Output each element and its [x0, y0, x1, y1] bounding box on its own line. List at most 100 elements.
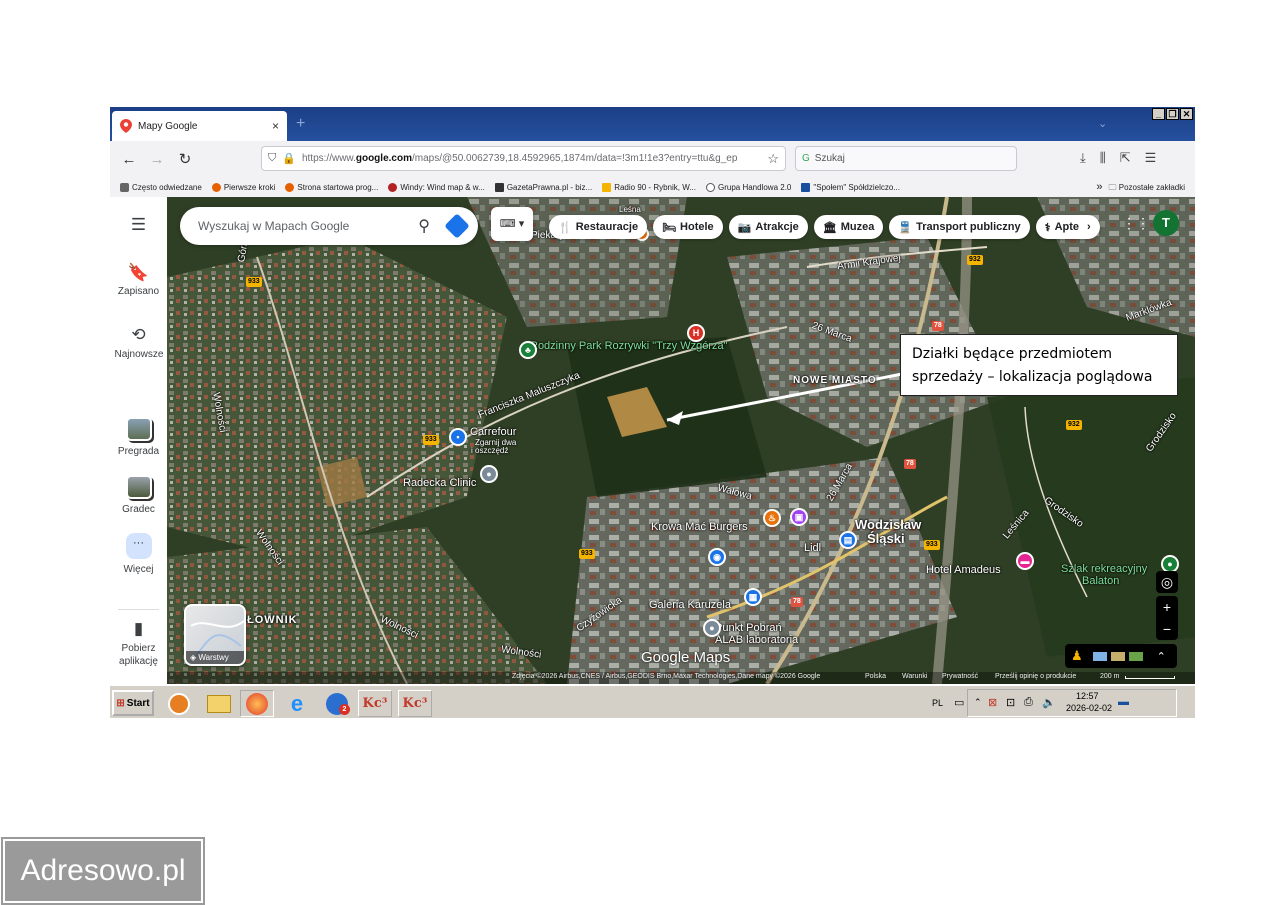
volume-tray-icon[interactable]: 🔈	[1042, 696, 1056, 709]
network-tray-icon[interactable]: ⊠	[988, 696, 997, 709]
layers-button[interactable]: ◈ Warstwy	[184, 604, 246, 666]
bookmark-item[interactable]: GazetaPrawna.pl - biz...	[494, 182, 592, 192]
tab-close-icon[interactable]: ×	[272, 119, 279, 133]
menu-icon[interactable]: ☰	[1145, 150, 1157, 166]
directions-icon[interactable]	[444, 213, 470, 239]
camera-pin-icon[interactable]: ◉	[708, 548, 726, 566]
menu-button[interactable]: ☰	[110, 215, 167, 238]
map-label-lidl[interactable]: Lidl	[804, 542, 821, 554]
download-app-button[interactable]: ▮ Pobierz aplikację	[110, 619, 167, 668]
street-view-bar[interactable]: ♟ ⌃	[1065, 644, 1177, 668]
my-location-button[interactable]: ◎	[1156, 571, 1178, 593]
share-icon[interactable]: ⇱	[1120, 150, 1131, 166]
minimize-button[interactable]: _	[1152, 108, 1165, 120]
bookmark-item[interactable]: Strona startowa prog...	[285, 182, 378, 192]
other-bookmarks[interactable]: » 🗀 Pozostałe zakładki	[1096, 181, 1185, 196]
chevron-right-icon[interactable]: ›	[1087, 221, 1091, 233]
imagery-thumb-icon[interactable]	[1092, 651, 1107, 661]
start-button[interactable]: ⊞ Start	[112, 690, 154, 716]
hamburger-icon[interactable]: ☰	[110, 215, 167, 235]
imagery-thumb-icon[interactable]	[1110, 651, 1125, 661]
browser-search-input[interactable]: G Szukaj	[795, 146, 1017, 171]
lock-icon[interactable]: 🔒	[282, 152, 296, 165]
chevron-double-right-icon[interactable]: »	[1096, 181, 1102, 193]
back-arrow-icon[interactable]: ←	[115, 151, 143, 168]
maps-search-input[interactable]: Wyszukaj w Mapach Google ⚲	[180, 207, 478, 245]
zoom-in-button[interactable]: +	[1156, 596, 1178, 618]
map-label-szlak1[interactable]: Szlak rekreacyjny	[1061, 563, 1147, 575]
map-label-punkt2[interactable]: ALAB laboratoria	[715, 634, 798, 646]
recent-place-gradec[interactable]: Gradec	[110, 475, 167, 515]
map-label-city1[interactable]: Wodzisław	[855, 517, 921, 532]
url-bar[interactable]: ⛉ 🔒 https://www.google.com/maps/@50.0062…	[261, 146, 786, 171]
map-label-carrefour[interactable]: Carrefour	[470, 426, 516, 438]
search-icon[interactable]: ⚲	[418, 216, 430, 236]
satellite-map[interactable]: Rodzinny Park Rozrywki "Trzy Wzgórza" Ca…	[167, 197, 1195, 684]
printer-tray-icon[interactable]: ⎙	[1024, 696, 1033, 709]
keyboard-tray-icon[interactable]: ▭	[954, 696, 964, 709]
bookmark-item[interactable]: Grupa Handlowa 2.0	[706, 182, 791, 192]
download-icon[interactable]: ⤓	[1080, 150, 1086, 166]
map-label-punkt1[interactable]: Punkt Pobrań	[715, 622, 782, 634]
clock-time[interactable]: 12:57	[1076, 691, 1099, 701]
device-tray-icon[interactable]: ⊡	[1006, 696, 1015, 709]
footer-privacy-link[interactable]: Prywatność	[942, 673, 978, 680]
zoom-out-button[interactable]: −	[1156, 618, 1178, 640]
library-icon[interactable]: ⫼	[1100, 150, 1106, 166]
browser-tab[interactable]: Mapy Google ×	[112, 111, 287, 141]
more-button[interactable]: ··· Więcej	[110, 533, 167, 575]
media-player-icon[interactable]	[162, 690, 196, 717]
chevron-up-icon[interactable]: ⌃	[1157, 650, 1166, 663]
lidl-pin-icon[interactable]: ▤	[839, 531, 857, 549]
tab-list-chevron-icon[interactable]: ⌄	[1098, 117, 1107, 130]
kc-app-icon[interactable]: Kc³	[358, 690, 392, 717]
map-label-galeria[interactable]: Galeria Karuzela	[649, 599, 731, 611]
chip-hotels[interactable]: 🛏 Hotele	[653, 215, 723, 239]
reload-icon[interactable]: ↻	[171, 150, 199, 168]
bookmark-item[interactable]: Radio 90 - Rybnik, W...	[602, 182, 696, 192]
shopping-pin-icon[interactable]: ▣	[790, 508, 808, 526]
chip-museums[interactable]: 🏛 Muzea	[813, 215, 884, 239]
park-pin-icon[interactable]: ♣	[519, 341, 537, 359]
bookmark-item[interactable]: "Społem" Spółdzielczo...	[801, 182, 900, 192]
footer-terms-link[interactable]: Warunki	[902, 673, 927, 680]
saved-button[interactable]: 🔖 Zapisano	[110, 263, 167, 297]
restaurant-pin-icon[interactable]: ♨	[763, 509, 781, 527]
bookmark-item[interactable]: Windy: Wind map & w...	[388, 182, 485, 192]
hospital-pin-icon[interactable]: H	[687, 324, 705, 342]
shield-icon[interactable]: ⛉	[268, 152, 276, 165]
chip-attractions[interactable]: 📷 Atrakcje	[728, 215, 808, 239]
map-label-hotel[interactable]: Hotel Amadeus	[926, 564, 1001, 576]
hotel-pin-icon[interactable]: ▬	[1016, 552, 1034, 570]
scale-label[interactable]: 200 m	[1100, 673, 1119, 680]
imagery-thumb-icon[interactable]	[1128, 651, 1143, 661]
map-label-krowa[interactable]: Krowa Mać Burgers	[651, 521, 748, 533]
account-avatar[interactable]: T	[1153, 210, 1179, 236]
show-desktop-icon[interactable]: ▬	[1118, 696, 1129, 708]
internet-explorer-icon[interactable]: e	[280, 690, 314, 717]
forward-arrow-icon[interactable]: →	[143, 151, 171, 168]
footer-country[interactable]: Polska	[865, 673, 886, 680]
close-window-button[interactable]: ✕	[1180, 108, 1193, 120]
restore-button[interactable]: ❐	[1166, 108, 1179, 120]
firefox-taskbar-icon[interactable]	[240, 690, 274, 717]
shopping-cart-pin-icon[interactable]: ▪	[449, 428, 467, 446]
bookmark-item[interactable]: Często odwiedzane	[120, 182, 202, 192]
language-indicator[interactable]: PL	[932, 698, 943, 708]
bookmark-item[interactable]: Pierwsze kroki	[211, 182, 275, 192]
kc-app-icon[interactable]: Kc³	[398, 690, 432, 717]
recent-place-pregrada[interactable]: Pregrada	[110, 417, 167, 457]
footer-feedback-link[interactable]: Prześlij opinię o produkcie	[995, 673, 1076, 680]
chip-restaurants[interactable]: 🍴 Restauracje	[549, 215, 648, 239]
lab-pin-icon[interactable]: ●	[703, 619, 721, 637]
pegman-icon[interactable]: ♟	[1071, 648, 1083, 664]
keyboard-input-button[interactable]: ⌨ ▾	[491, 207, 533, 241]
chip-pharmacy[interactable]: ⚕ Apte ›	[1035, 215, 1100, 239]
file-explorer-icon[interactable]	[202, 690, 236, 717]
thunderbird-icon[interactable]: 2	[320, 690, 354, 717]
recent-button[interactable]: ⟲ Najnowsze	[110, 325, 167, 361]
tray-expand-icon[interactable]: ⌃	[974, 697, 982, 708]
new-tab-button[interactable]: +	[296, 115, 305, 133]
chip-transit[interactable]: 🚆 Transport publiczny	[889, 215, 1030, 239]
bookmark-star-icon[interactable]: ☆	[767, 151, 779, 167]
